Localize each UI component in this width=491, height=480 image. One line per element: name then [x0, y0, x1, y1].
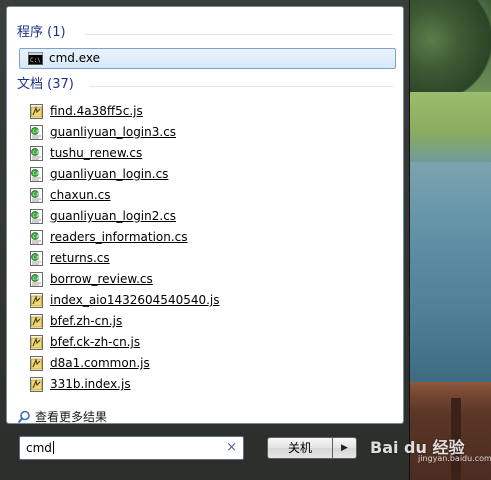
documents-section-divider	[89, 86, 393, 87]
document-result-label: 331b.index.js	[50, 377, 131, 391]
program-result-label: cmd.exe	[49, 51, 101, 65]
program-result-cmd[interactable]: C:\ cmd.exe	[19, 48, 396, 69]
document-result[interactable]: d8a1.common.js	[29, 353, 389, 374]
js-file-icon	[29, 314, 44, 329]
document-result[interactable]: find.4a38ff5c.js	[29, 101, 389, 122]
svg-text:C#: C#	[33, 213, 40, 219]
baidu-watermark: Bai du 经验 jingyan.baidu.com	[366, 430, 491, 468]
desktop-screenshot: 程序 (1) C:\ cmd.exe 文档 (37) find.4a38ff5c…	[0, 0, 491, 480]
document-result-label: guanliyuan_login2.cs	[50, 209, 177, 223]
document-result-label: readers_information.cs	[50, 230, 188, 244]
document-result[interactable]: C# guanliyuan_login.cs	[29, 164, 389, 185]
svg-text:C#: C#	[33, 234, 40, 240]
documents-section-header: 文档 (37)	[17, 77, 74, 92]
document-result[interactable]: C# guanliyuan_login2.cs	[29, 206, 389, 227]
document-result[interactable]: bfef.zh-cn.js	[29, 311, 389, 332]
cs-file-icon: C#	[29, 230, 44, 245]
cs-file-icon: C#	[29, 272, 44, 287]
cs-file-icon: C#	[29, 209, 44, 224]
document-result-label: bfef.zh-cn.js	[50, 314, 123, 328]
document-result[interactable]: C# readers_information.cs	[29, 227, 389, 248]
document-result-label: bfef.ck-zh-cn.js	[50, 335, 141, 349]
cs-file-icon: C#	[29, 251, 44, 266]
wallpaper-riverbank	[399, 92, 491, 162]
watermark-subtext: jingyan.baidu.com	[418, 454, 491, 463]
programs-section-header: 程序 (1)	[17, 25, 66, 40]
svg-text:C#: C#	[33, 192, 40, 198]
document-result-label: d8a1.common.js	[50, 356, 150, 370]
document-result-label: tushu_renew.cs	[50, 146, 143, 160]
cs-file-icon: C#	[29, 125, 44, 140]
document-result-label: borrow_review.cs	[50, 272, 153, 286]
js-file-icon	[29, 293, 44, 308]
cs-file-icon: C#	[29, 146, 44, 161]
js-file-icon	[29, 377, 44, 392]
shutdown-options-arrow-icon[interactable]: ▶	[332, 437, 357, 459]
document-result[interactable]: C# chaxun.cs	[29, 185, 389, 206]
document-result-label: guanliyuan_login3.cs	[50, 125, 177, 139]
js-file-icon	[29, 104, 44, 119]
see-more-results-label: 查看更多结果	[35, 410, 108, 424]
search-input[interactable]: cmd ×	[19, 436, 244, 460]
svg-text:C#: C#	[33, 171, 40, 177]
document-result[interactable]: C# returns.cs	[29, 248, 389, 269]
svg-text:C#: C#	[33, 150, 40, 156]
document-result[interactable]: index_aio1432604540540.js	[29, 290, 389, 311]
programs-section-divider	[85, 34, 393, 35]
search-icon	[17, 410, 32, 425]
document-result-label: index_aio1432604540540.js	[50, 293, 220, 307]
document-result[interactable]: C# tushu_renew.cs	[29, 143, 389, 164]
document-result[interactable]: C# borrow_review.cs	[29, 269, 389, 290]
svg-text:C#: C#	[33, 276, 40, 282]
text-caret	[52, 441, 54, 454]
document-result-label: guanliyuan_login.cs	[50, 167, 169, 181]
cs-file-icon: C#	[29, 188, 44, 203]
js-file-icon	[29, 356, 44, 371]
document-result[interactable]: bfef.ck-zh-cn.js	[29, 332, 389, 353]
document-result-label: returns.cs	[50, 251, 110, 265]
start-menu: 程序 (1) C:\ cmd.exe 文档 (37) find.4a38ff5c…	[0, 0, 410, 480]
document-result-label: find.4a38ff5c.js	[50, 104, 143, 118]
clear-search-icon[interactable]: ×	[226, 437, 237, 459]
svg-text:C#: C#	[33, 129, 40, 135]
shutdown-button[interactable]: 关机	[267, 437, 333, 459]
search-results-panel: 程序 (1) C:\ cmd.exe 文档 (37) find.4a38ff5c…	[6, 6, 404, 424]
cmd-icon: C:\	[28, 51, 43, 66]
document-result-label: chaxun.cs	[50, 188, 111, 202]
js-file-icon	[29, 335, 44, 350]
search-input-value: cmd	[26, 441, 54, 455]
svg-text:C#: C#	[33, 255, 40, 261]
svg-text:C:\: C:\	[30, 57, 41, 64]
document-result[interactable]: C# guanliyuan_login3.cs	[29, 122, 389, 143]
cs-file-icon: C#	[29, 167, 44, 182]
document-result[interactable]: 331b.index.js	[29, 374, 389, 395]
